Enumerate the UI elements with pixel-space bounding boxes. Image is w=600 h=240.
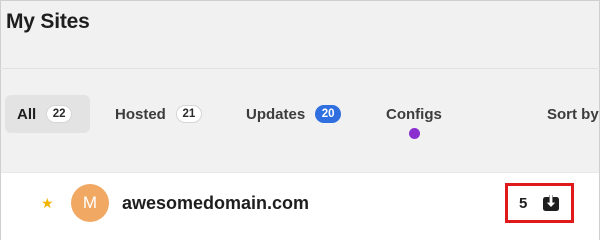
update-count: 5: [519, 195, 528, 212]
tab-configs-label: Configs: [386, 105, 442, 123]
updates-highlight-box[interactable]: 5: [505, 183, 574, 223]
download-icon[interactable]: [542, 194, 560, 212]
tab-all[interactable]: All 22: [5, 95, 90, 133]
sort-by-label: Sort by: [547, 105, 599, 123]
tab-updates-count-badge: 20: [315, 105, 342, 123]
tab-updates[interactable]: Updates 20: [246, 95, 342, 133]
sort-by-control[interactable]: Sort by: [547, 95, 599, 133]
avatar: M: [71, 184, 109, 222]
header-divider: [0, 68, 600, 69]
star-icon[interactable]: ★: [41, 196, 54, 210]
tab-all-label: All: [17, 105, 37, 123]
site-name[interactable]: awesomedomain.com: [122, 193, 309, 214]
page-title: My Sites: [6, 10, 90, 33]
tab-all-count-badge: 22: [46, 105, 73, 123]
tab-hosted[interactable]: Hosted 21: [115, 95, 202, 133]
configs-indicator-dot: [409, 128, 420, 139]
tab-hosted-count-badge: 21: [175, 105, 202, 123]
tab-hosted-label: Hosted: [115, 105, 166, 123]
tab-updates-label: Updates: [246, 105, 306, 123]
site-row[interactable]: ★ M awesomedomain.com 5: [1, 172, 599, 240]
filter-tabs: All 22 Hosted 21 Updates 20 Configs Sort…: [0, 95, 600, 133]
